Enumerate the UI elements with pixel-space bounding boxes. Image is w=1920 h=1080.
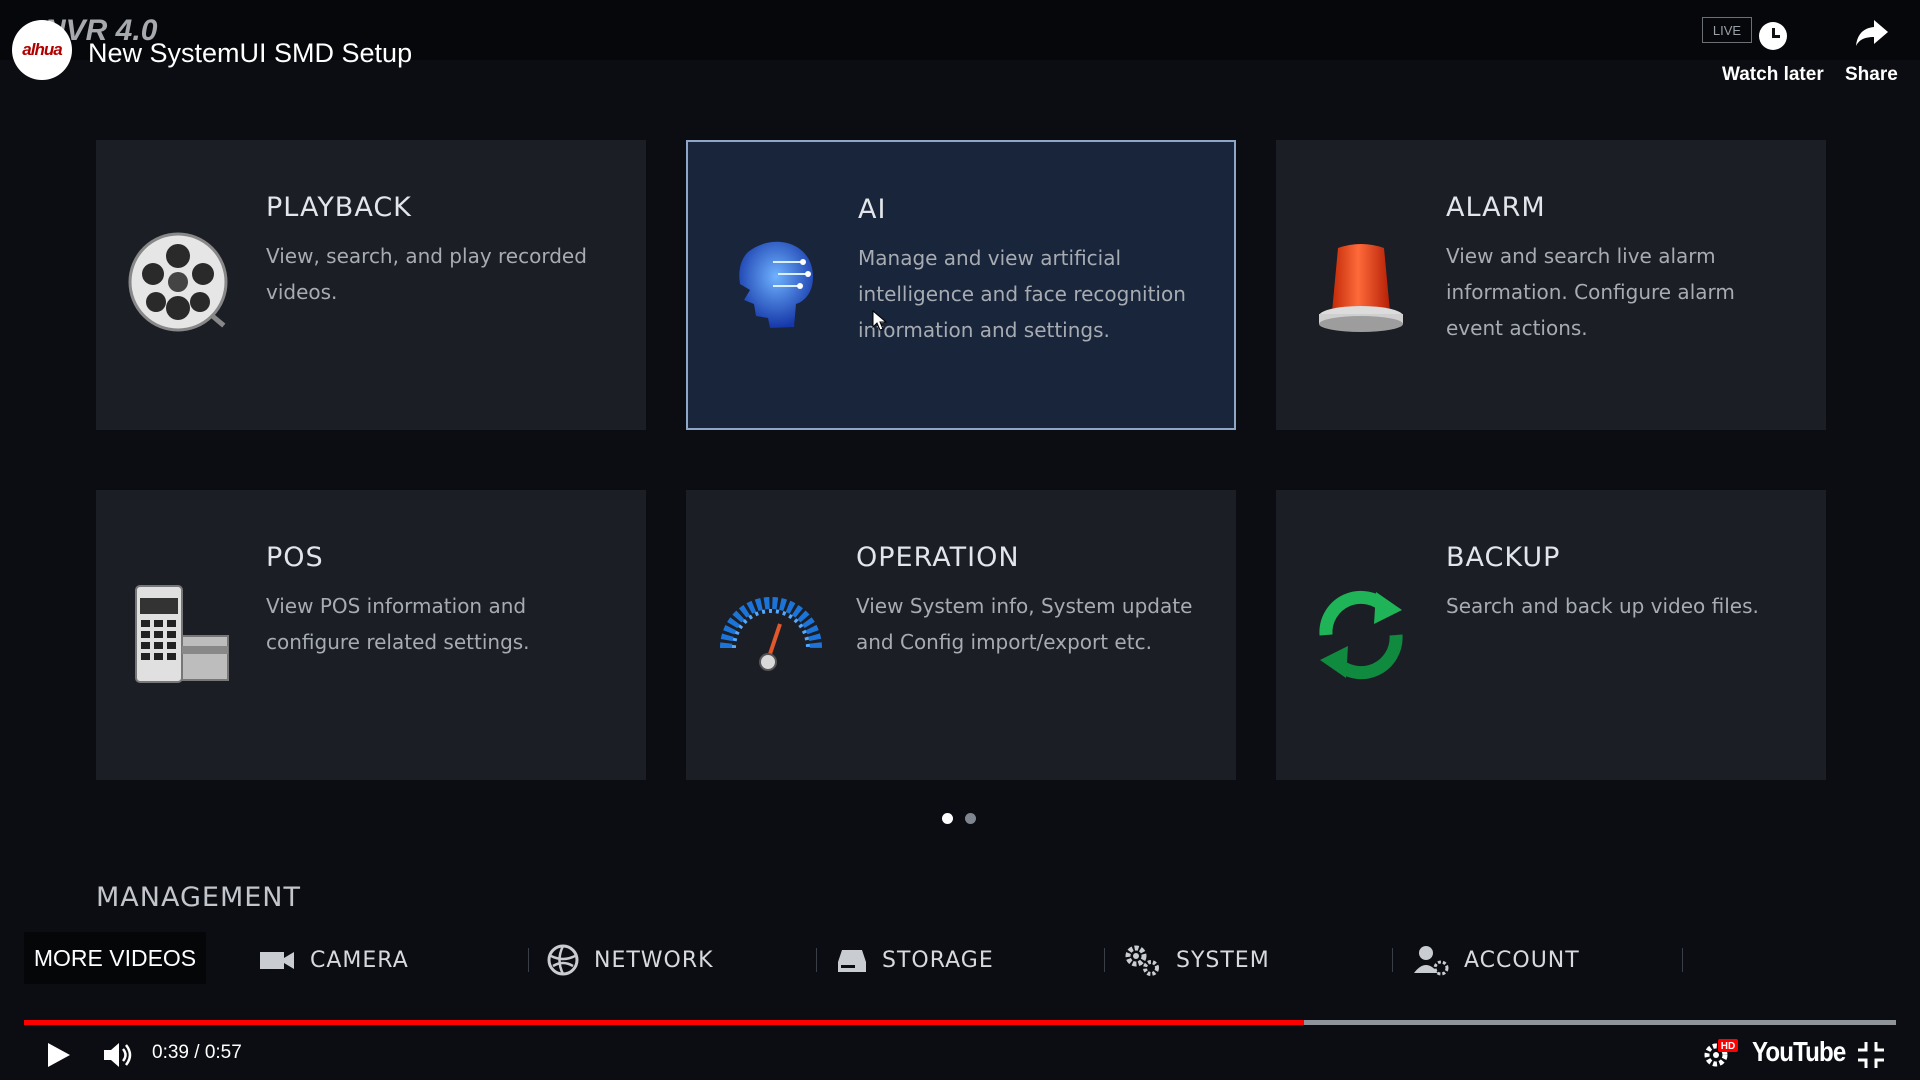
time-display: 0:39 / 0:57 [152, 1042, 242, 1063]
card-title: AI [858, 194, 887, 225]
card-description: View and search live alarm information. … [1446, 244, 1735, 340]
progress-bar[interactable] [24, 1020, 1896, 1025]
play-icon[interactable] [44, 1040, 72, 1070]
youtube-logo[interactable]: YouTube [1752, 1036, 1846, 1068]
management-item-label: SYSTEM [1176, 947, 1270, 973]
clock-icon[interactable] [1759, 22, 1787, 50]
card-operation[interactable]: OPERATION View System info, System updat… [686, 490, 1236, 780]
management-divider [528, 948, 529, 972]
page-dot-1[interactable] [942, 813, 953, 824]
management-item-storage[interactable]: STORAGE [836, 940, 994, 980]
account-user-icon [1414, 946, 1449, 976]
gauge-icon [720, 597, 822, 671]
management-divider [1392, 948, 1393, 972]
card-description: View, search, and play recorded videos. [266, 244, 587, 304]
page-indicator [942, 813, 976, 824]
card-title: BACKUP [1446, 542, 1561, 573]
card-description: Manage and view artificial intelligence … [858, 246, 1186, 342]
exit-fullscreen-icon[interactable] [1856, 1040, 1886, 1070]
pos-terminal-icon [135, 585, 229, 683]
card-description: Search and back up video files. [1446, 594, 1759, 618]
system-gears-icon [1125, 945, 1159, 976]
camera-icon [260, 952, 294, 969]
management-item-label: ACCOUNT [1464, 947, 1580, 973]
settings-gear-icon[interactable]: HD [1702, 1037, 1738, 1069]
network-globe-icon [547, 944, 579, 976]
management-divider [816, 948, 817, 972]
page-dot-2[interactable] [965, 813, 976, 824]
mouse-cursor-icon [872, 310, 888, 331]
card-alarm[interactable]: ALARM View and search live alarm informa… [1276, 140, 1826, 430]
share-button[interactable]: Share [1845, 64, 1898, 86]
management-item-label: STORAGE [882, 947, 994, 973]
progress-bar-played [24, 1020, 1305, 1025]
hd-badge: HD [1721, 1041, 1735, 1052]
card-backup[interactable]: BACKUP Search and back up video files. [1276, 490, 1826, 780]
alarm-siren-icon [1319, 244, 1403, 332]
card-description: View POS information and configure relat… [266, 594, 530, 654]
video-title[interactable]: New SystemUI SMD Setup [88, 38, 412, 69]
card-playback[interactable]: PLAYBACK View, search, and play recorded… [96, 140, 646, 430]
card-title: ALARM [1446, 192, 1546, 223]
share-icon[interactable] [1854, 18, 1890, 48]
film-reel-icon [128, 232, 228, 332]
management-item-label: NETWORK [594, 947, 714, 973]
management-item-system[interactable]: SYSTEM [1122, 940, 1270, 980]
management-divider [1104, 948, 1105, 972]
more-videos-button[interactable]: MORE VIDEOS [24, 932, 206, 984]
management-divider [1682, 948, 1683, 972]
card-title: PLAYBACK [266, 192, 412, 223]
card-ai[interactable]: AI Manage and view artificial intelligen… [686, 140, 1236, 430]
watch-later-button[interactable]: Watch later [1722, 64, 1824, 86]
management-item-network[interactable]: NETWORK [546, 940, 714, 980]
ai-brain-icon [739, 241, 813, 328]
card-description: View System info, System update and Conf… [856, 594, 1193, 654]
management-item-camera[interactable]: CAMERA [258, 940, 409, 980]
live-badge: LIVE [1702, 17, 1752, 43]
storage-drive-icon [838, 950, 866, 972]
backup-refresh-icon [1319, 590, 1403, 680]
management-item-account[interactable]: ACCOUNT [1412, 940, 1580, 980]
card-pos[interactable]: POS View POS information and configure r… [96, 490, 646, 780]
management-item-label: CAMERA [310, 947, 409, 973]
card-title: POS [266, 542, 324, 573]
volume-icon[interactable] [102, 1040, 136, 1070]
channel-logo[interactable]: alhua [12, 20, 72, 80]
management-heading: MANAGEMENT [96, 882, 301, 913]
card-title: OPERATION [856, 542, 1020, 573]
